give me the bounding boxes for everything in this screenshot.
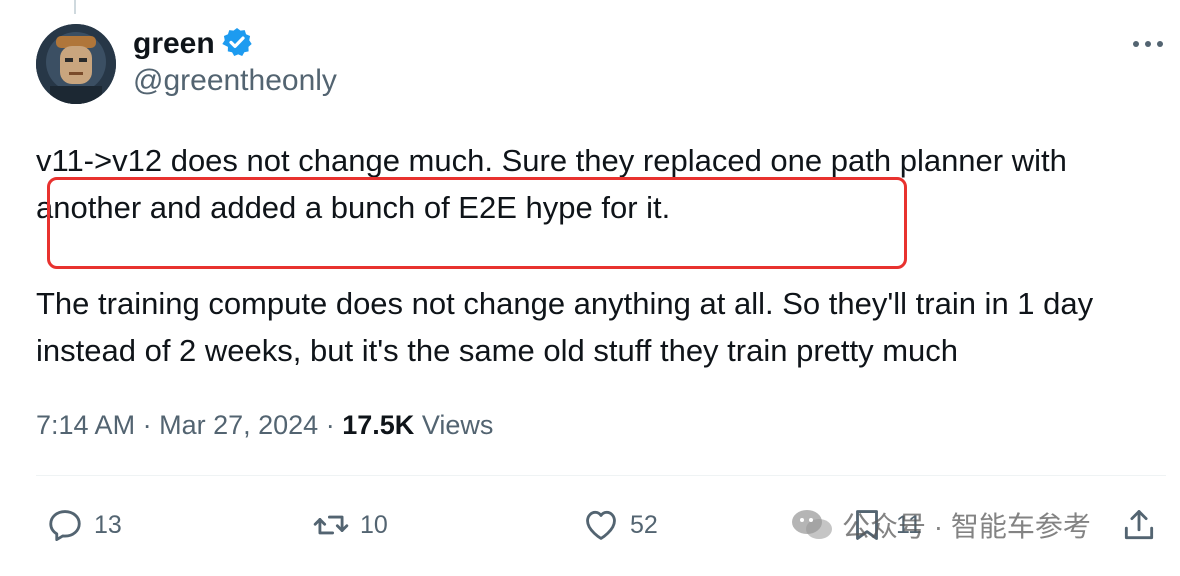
views-label: Views xyxy=(421,410,494,440)
author-row: green xyxy=(133,24,253,64)
reply-count: 13 xyxy=(94,510,122,539)
views-count[interactable]: 17.5K xyxy=(342,410,414,440)
tweet-date[interactable]: Mar 27, 2024 xyxy=(159,410,318,440)
tweet-time[interactable]: 7:14 AM xyxy=(36,410,135,440)
highlight-annotation-box xyxy=(47,177,907,269)
watermark-text: 公众号 · 智能车参考 xyxy=(842,511,1091,542)
meta-separator: · xyxy=(142,410,152,440)
author-name[interactable]: green xyxy=(133,27,215,61)
reply-icon xyxy=(49,510,81,541)
like-button[interactable]: 52 xyxy=(582,505,658,545)
verified-badge-icon xyxy=(215,26,253,63)
author-handle[interactable]: @greentheonly xyxy=(133,64,337,98)
share-button[interactable] xyxy=(1120,505,1168,545)
avatar[interactable] xyxy=(36,24,116,104)
meta-separator: · xyxy=(325,410,335,440)
share-icon xyxy=(1124,510,1154,540)
watermark: 公众号 · 智能车参考 xyxy=(790,505,1091,545)
more-options-button[interactable] xyxy=(1130,32,1166,56)
tweet-paragraph: The training compute does not change any… xyxy=(36,286,1094,368)
retweet-icon xyxy=(313,515,349,535)
retweet-count: 10 xyxy=(360,510,388,539)
wechat-icon xyxy=(792,510,832,539)
like-count: 52 xyxy=(630,510,658,539)
thread-connector-line xyxy=(74,0,76,14)
more-horizontal-icon xyxy=(1133,41,1163,47)
heart-icon xyxy=(586,510,616,540)
tweet-metadata: 7:14 AM · Mar 27, 2024 · 17.5K Views xyxy=(36,405,493,445)
avatar-image xyxy=(36,24,116,104)
reply-button[interactable]: 13 xyxy=(46,505,122,545)
retweet-button[interactable]: 10 xyxy=(312,505,388,545)
actions-divider xyxy=(36,475,1166,476)
